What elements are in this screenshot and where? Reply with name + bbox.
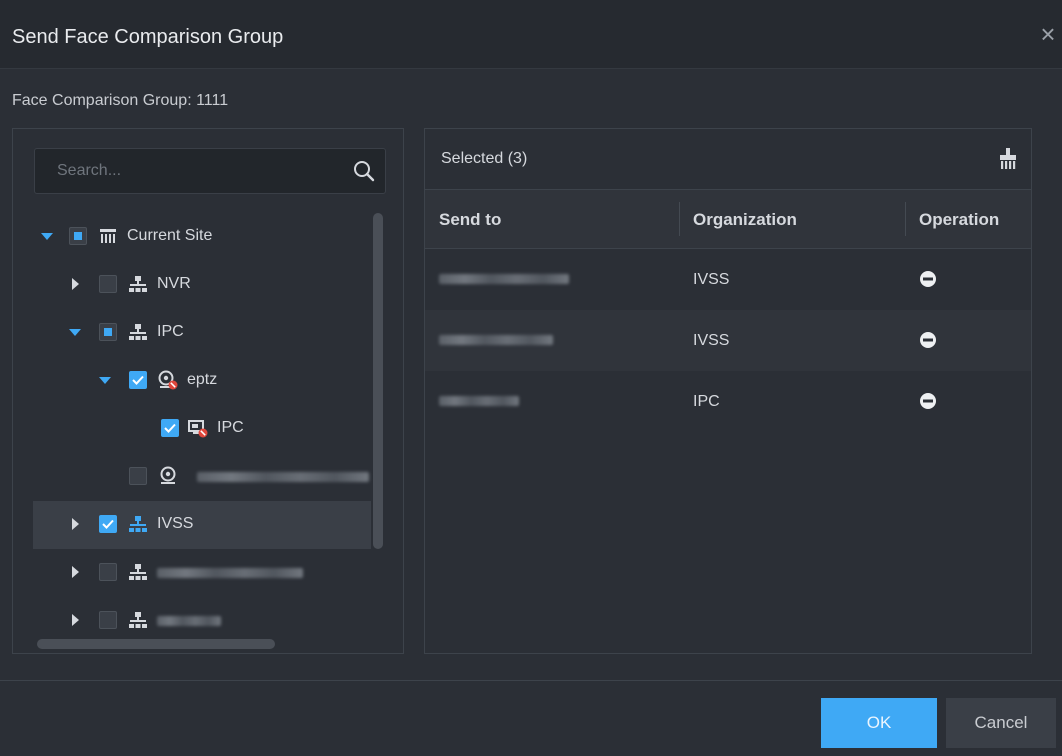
ok-button[interactable]: OK bbox=[821, 698, 937, 748]
tree-item-org[interactable] bbox=[33, 597, 371, 645]
tree-horizontal-scrollbar[interactable] bbox=[37, 639, 275, 649]
selected-count-title: Selected (3) bbox=[441, 150, 528, 167]
column-send-to[interactable]: Send to bbox=[439, 210, 501, 230]
cancel-button[interactable]: Cancel bbox=[946, 698, 1056, 748]
tree-item-current-site[interactable]: Current Site bbox=[33, 213, 371, 261]
tree-checkbox[interactable] bbox=[69, 227, 87, 245]
row-organization: IVSS bbox=[693, 271, 730, 288]
search-icon[interactable] bbox=[353, 160, 375, 182]
tree-item-eptz[interactable]: eptz bbox=[33, 357, 371, 405]
tree-item-ivss[interactable]: IVSS bbox=[33, 501, 371, 549]
footer-divider bbox=[0, 680, 1062, 681]
tree-checkbox[interactable] bbox=[99, 515, 117, 533]
dialog-titlebar: Send Face Comparison Group × bbox=[0, 0, 1062, 69]
tree-item-ipc-channel[interactable]: IPC bbox=[33, 405, 371, 453]
org-icon bbox=[129, 564, 147, 580]
search-input[interactable] bbox=[35, 149, 345, 193]
row-organization: IPC bbox=[693, 393, 720, 410]
tree-item-label: NVR bbox=[157, 275, 191, 292]
column-organization[interactable]: Organization bbox=[693, 210, 797, 230]
camera-offline-icon bbox=[158, 370, 178, 390]
org-icon bbox=[129, 324, 147, 340]
search-box bbox=[34, 148, 386, 194]
table-header: Send to Organization Operation bbox=[425, 190, 1031, 249]
blurred-send-to bbox=[439, 335, 553, 345]
row-organization: IVSS bbox=[693, 332, 730, 349]
caret-right-icon[interactable] bbox=[69, 566, 81, 578]
selected-panel: Selected (3) Send to Organization Operat… bbox=[424, 128, 1032, 654]
tree-item-camera[interactable] bbox=[33, 453, 371, 501]
remove-icon[interactable] bbox=[919, 331, 937, 349]
tree-item-label: Current Site bbox=[127, 227, 213, 244]
close-icon[interactable]: × bbox=[1034, 21, 1062, 50]
tree-item-org[interactable] bbox=[33, 549, 371, 597]
send-face-comparison-dialog: Send Face Comparison Group × Face Compar… bbox=[0, 0, 1062, 756]
org-icon bbox=[129, 612, 147, 628]
blurred-org-name bbox=[157, 616, 221, 626]
tree-item-label: eptz bbox=[187, 371, 218, 388]
blurred-send-to bbox=[439, 396, 519, 406]
caret-down-icon[interactable] bbox=[41, 230, 53, 242]
column-divider[interactable] bbox=[905, 202, 906, 236]
remove-icon[interactable] bbox=[919, 392, 937, 410]
tree-item-label: IPC bbox=[217, 419, 244, 436]
column-divider[interactable] bbox=[679, 202, 680, 236]
tree-checkbox[interactable] bbox=[129, 371, 147, 389]
blurred-org-name bbox=[157, 568, 303, 578]
caret-down-icon[interactable] bbox=[69, 326, 81, 338]
tree-checkbox[interactable] bbox=[99, 611, 117, 629]
blurred-send-to bbox=[439, 274, 569, 284]
clear-broom-icon[interactable] bbox=[997, 147, 1019, 171]
table-row[interactable]: IPC bbox=[425, 371, 1031, 432]
table-row[interactable]: IVSS bbox=[425, 249, 1031, 310]
blurred-device-name bbox=[197, 472, 369, 482]
caret-right-icon[interactable] bbox=[69, 518, 81, 530]
tree-checkbox[interactable] bbox=[99, 323, 117, 341]
tree-checkbox[interactable] bbox=[99, 563, 117, 581]
device-tree-panel: Current Site NVR IPC bbox=[12, 128, 404, 654]
tree-item-ipc-group[interactable]: IPC bbox=[33, 309, 371, 357]
remove-icon[interactable] bbox=[919, 270, 937, 288]
face-comparison-group-label: Face Comparison Group: 1111 bbox=[12, 92, 229, 109]
tree-vertical-scrollbar[interactable] bbox=[373, 213, 383, 549]
camera-icon bbox=[160, 466, 176, 484]
tree-checkbox[interactable] bbox=[129, 467, 147, 485]
tree-checkbox[interactable] bbox=[99, 275, 117, 293]
tree-item-label: IPC bbox=[157, 323, 184, 340]
tree-item-nvr[interactable]: NVR bbox=[33, 261, 371, 309]
table-row[interactable]: IVSS bbox=[425, 310, 1031, 371]
caret-right-icon[interactable] bbox=[69, 278, 81, 290]
caret-right-icon[interactable] bbox=[69, 614, 81, 626]
column-operation[interactable]: Operation bbox=[919, 210, 999, 230]
org-icon bbox=[129, 516, 147, 532]
channel-offline-icon bbox=[188, 420, 208, 438]
tree-checkbox[interactable] bbox=[161, 419, 179, 437]
caret-down-icon[interactable] bbox=[99, 374, 111, 386]
site-icon bbox=[100, 229, 116, 243]
selected-header: Selected (3) bbox=[425, 129, 1031, 190]
org-icon bbox=[129, 276, 147, 292]
tree-item-label: IVSS bbox=[157, 515, 194, 532]
dialog-title: Send Face Comparison Group bbox=[12, 26, 284, 48]
